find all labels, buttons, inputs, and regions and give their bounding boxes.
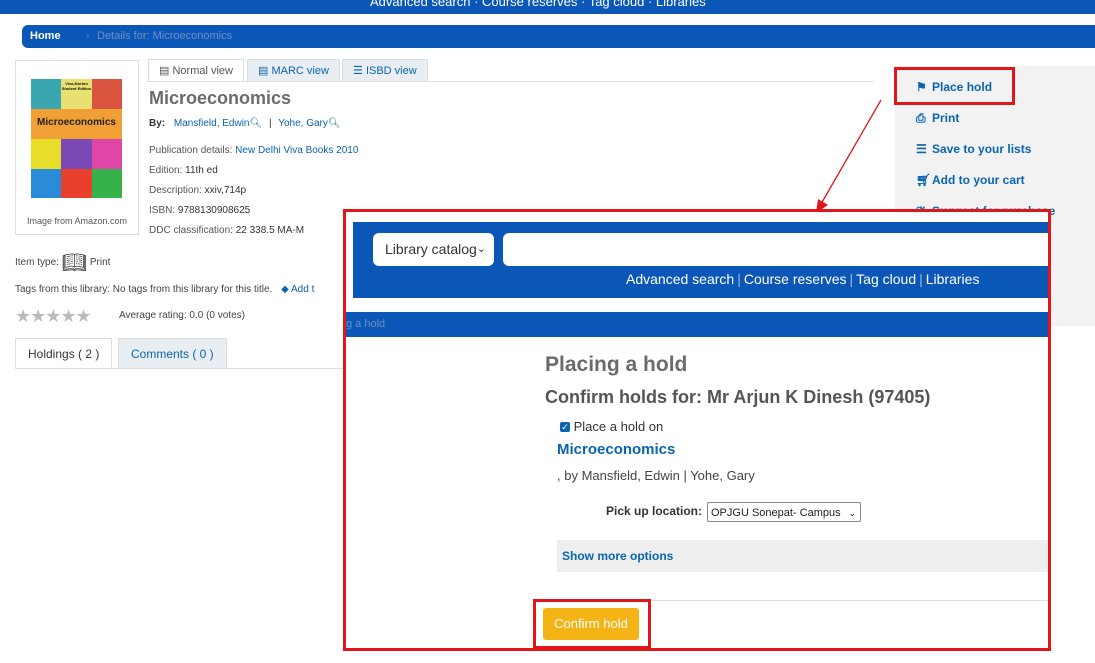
cover-caption: Image from Amazon.com	[26, 216, 128, 226]
document-icon: ▤	[159, 65, 170, 77]
author-link-1[interactable]: Mansfield, Edwin	[174, 118, 250, 129]
rating-stars[interactable]: ★★★★★	[15, 306, 92, 327]
tab-divider	[147, 81, 873, 82]
author-link-2[interactable]: Yohe, Gary	[278, 118, 328, 129]
overlay-breadcrumb: g a hold	[346, 312, 1048, 337]
description-value: xxiv,714p	[204, 185, 247, 196]
nav-separator: |	[919, 271, 923, 287]
bullet-list-icon: ☰	[353, 65, 363, 77]
checkbox-checked[interactable]: ✓	[560, 422, 570, 432]
top-nav-bar: Advanced search · Course reserves · Tag …	[0, 0, 1095, 14]
overlay-header: Library catalog ⌄ Advanced search | Course…	[353, 222, 1048, 298]
nav-advanced-search[interactable]: Advanced search	[626, 271, 734, 287]
place-hold-highlight	[894, 67, 1015, 105]
overlay-nav: Advanced search | Course reserves | Tag clou…	[626, 271, 979, 287]
pickup-location-select[interactable]: OPJGU Sonepat- Campus ⌄	[707, 502, 861, 522]
print-label: Print	[932, 111, 960, 125]
printer-icon: ⎙	[916, 111, 926, 125]
add-cart-link[interactable]: 🛒︎Add to your cart	[916, 173, 1025, 187]
chevron-down-icon: ⌄	[476, 243, 486, 255]
search-icon[interactable]: 🔍︎	[328, 118, 341, 129]
tags-text: Tags from this library: No tags from thi…	[15, 284, 273, 295]
chevron-down-icon: ⌄	[848, 508, 856, 518]
save-lists-label: Save to your lists	[932, 142, 1032, 156]
description-label: Description:	[149, 185, 202, 196]
edition-value: 11th ed	[185, 165, 218, 176]
record-title: Microeconomics	[149, 88, 292, 108]
pub-link[interactable]: New Delhi Viva Books 2010	[235, 145, 358, 156]
nav-separator: |	[737, 271, 741, 287]
author-separator: |	[268, 118, 272, 129]
tags-row: Tags from this library: No tags from thi…	[15, 284, 314, 295]
isbn-value: 9788130908625	[177, 205, 251, 216]
nav-course-reserves[interactable]: Course reserves	[744, 271, 847, 287]
isbn-row: ISBN: 9788130908625	[149, 205, 250, 216]
cart-icon: 🛒︎	[916, 173, 932, 187]
add-cart-label: Add to your cart	[932, 173, 1025, 187]
list-icon: ▤	[258, 65, 269, 77]
tab-normal-label: Normal view	[172, 65, 233, 77]
tab-marc-view[interactable]: ▤ MARC view	[247, 59, 340, 82]
confirm-hold-button[interactable]: Confirm hold	[543, 608, 639, 640]
cover-title-text: Microeconomics	[37, 117, 116, 128]
description-row: Description: xxiv,714p	[149, 185, 246, 196]
hold-byline: , by Mansfield, Edwin | Yohe, Gary	[557, 468, 755, 483]
breadcrumb-home[interactable]: Home	[30, 30, 61, 42]
add-tag-link[interactable]: ◆ Add t	[281, 284, 314, 295]
ddc-label: DDC classification:	[149, 225, 233, 236]
list-icon: ☰	[916, 142, 927, 156]
place-hold-checkbox-row[interactable]: ✓ Place a hold on	[560, 419, 663, 434]
page-title: Placing a hold	[545, 353, 688, 376]
print-link[interactable]: ⎙ Print	[916, 111, 959, 126]
book-cover[interactable]: Viva-Norton Student Edition Microeconomi…	[31, 79, 122, 198]
holdings-divider	[15, 368, 345, 369]
pub-label: Publication details:	[149, 145, 233, 156]
tab-isbd-view[interactable]: ☰ ISBD view	[342, 59, 428, 82]
nav-tag-cloud[interactable]: Tag cloud	[856, 271, 916, 287]
show-more-options-link[interactable]: Show more options	[562, 549, 673, 563]
hold-book-title[interactable]: Microeconomics	[557, 441, 675, 458]
pickup-location-value: OPJGU Sonepat- Campus	[711, 507, 841, 519]
item-type-label: Item type:	[15, 257, 59, 268]
tag-icon: ◆	[281, 284, 289, 295]
tab-normal-view[interactable]: ▤ Normal view	[148, 59, 244, 82]
cover-edition-text: Viva-Norton Student Edition	[61, 81, 92, 91]
edition-label: Edition:	[149, 165, 183, 176]
add-tag-label: Add t	[291, 284, 315, 295]
save-lists-link[interactable]: ☰ Save to your lists	[916, 142, 1031, 156]
publication-details: Publication details: New Delhi Viva Book…	[149, 145, 358, 156]
item-type: Item type: 📖︎ Print	[15, 250, 110, 275]
top-nav-links[interactable]: Advanced search · Course reserves · Tag …	[370, 0, 706, 9]
breadcrumb-current: Details for: Microeconomics	[97, 30, 233, 42]
place-hold-screenshot: Library catalog ⌄ Advanced search | Course…	[343, 209, 1051, 651]
average-rating: Average rating: 0.0 (0 votes)	[119, 310, 245, 321]
cover-image-box: Viva-Norton Student Edition Microeconomi…	[15, 60, 139, 235]
search-icon[interactable]: 🔍︎	[250, 118, 263, 129]
by-label: By:	[149, 118, 166, 129]
nav-separator: |	[849, 271, 854, 287]
tab-comments[interactable]: Comments ( 0 )	[118, 338, 227, 369]
overlay-breadcrumb-current: g a hold	[346, 318, 386, 330]
tab-holdings[interactable]: Holdings ( 2 )	[15, 338, 113, 369]
ddc-row: DDC classification: 22 338.5 MA-M	[149, 225, 304, 236]
ddc-value: 22 338.5 MA-M	[235, 225, 305, 236]
confirm-holds-heading: Confirm holds for: Mr Arjun K Dinesh (97…	[545, 387, 931, 407]
breadcrumb: Home › Details for: Microeconomics	[22, 25, 1095, 48]
search-input[interactable]	[503, 233, 1048, 266]
tab-isbd-label: ISBD view	[365, 65, 417, 77]
catalog-select[interactable]: Library catalog ⌄	[373, 233, 494, 266]
edition-row: Edition: 11th ed	[149, 165, 218, 176]
tab-marc-label: MARC view	[271, 65, 329, 77]
place-hold-on-label: Place a hold on	[573, 419, 664, 434]
nav-libraries[interactable]: Libraries	[926, 271, 980, 287]
more-options-bar[interactable]: Show more options	[557, 540, 1048, 572]
open-book-icon: 📖︎	[61, 252, 88, 274]
catalog-select-value: Library catalog	[385, 241, 477, 257]
record-authors: By: Mansfield, Edwin🔍︎ | Yohe, Gary🔍︎	[149, 118, 341, 129]
isbn-label: ISBN:	[149, 205, 176, 216]
pickup-label: Pick up location:	[606, 504, 703, 518]
breadcrumb-separator: ›	[86, 30, 90, 41]
item-type-value: Print	[89, 257, 111, 268]
